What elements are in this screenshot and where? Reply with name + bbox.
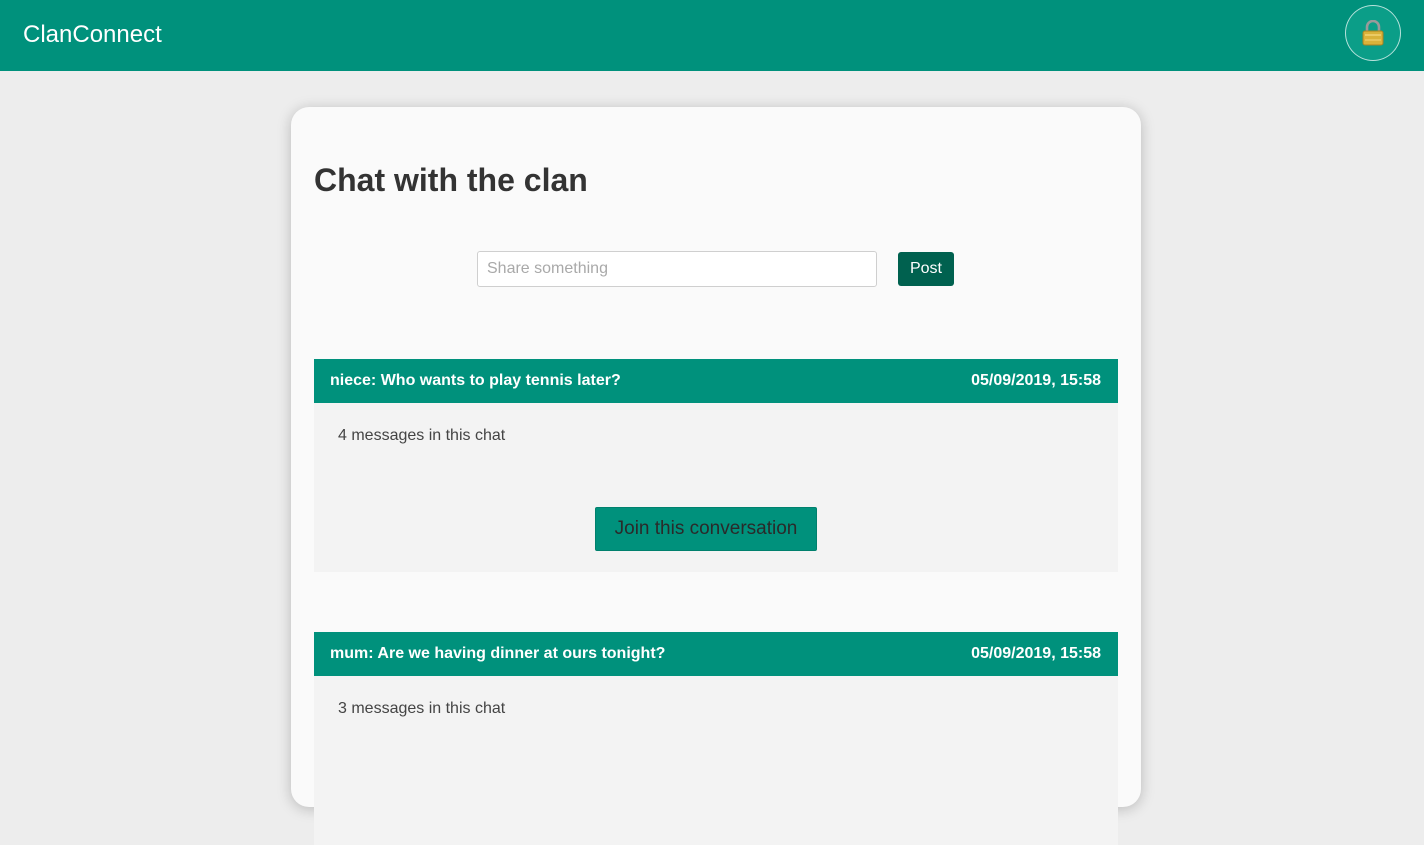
chat-message-count: 3 messages in this chat [338, 700, 506, 717]
chat-header: niece: Who wants to play tennis later? 0… [314, 359, 1118, 403]
app-brand[interactable]: ClanConnect [23, 20, 162, 50]
chat-item: mum: Are we having dinner at ours tonigh… [314, 632, 1118, 845]
chat-message-count: 4 messages in this chat [338, 427, 506, 444]
lock-icon [1362, 20, 1384, 46]
chat-card: Chat with the clan Post niece: Who wants… [291, 107, 1141, 845]
chat-header: mum: Are we having dinner at ours tonigh… [314, 632, 1118, 676]
post-button[interactable]: Post [898, 252, 954, 286]
join-conversation-button[interactable]: Join this conversation [595, 507, 817, 551]
chat-item: niece: Who wants to play tennis later? 0… [314, 359, 1118, 572]
page-title: Chat with the clan [314, 162, 588, 198]
lock-button[interactable] [1345, 5, 1401, 61]
chat-timestamp: 05/09/2019, 15:58 [971, 372, 1101, 389]
chat-timestamp: 05/09/2019, 15:58 [971, 645, 1101, 662]
top-navbar: ClanConnect [0, 0, 1424, 71]
chat-subject: niece: Who wants to play tennis later? [330, 372, 621, 389]
chat-subject: mum: Are we having dinner at ours tonigh… [330, 645, 666, 662]
share-input[interactable] [477, 251, 877, 287]
